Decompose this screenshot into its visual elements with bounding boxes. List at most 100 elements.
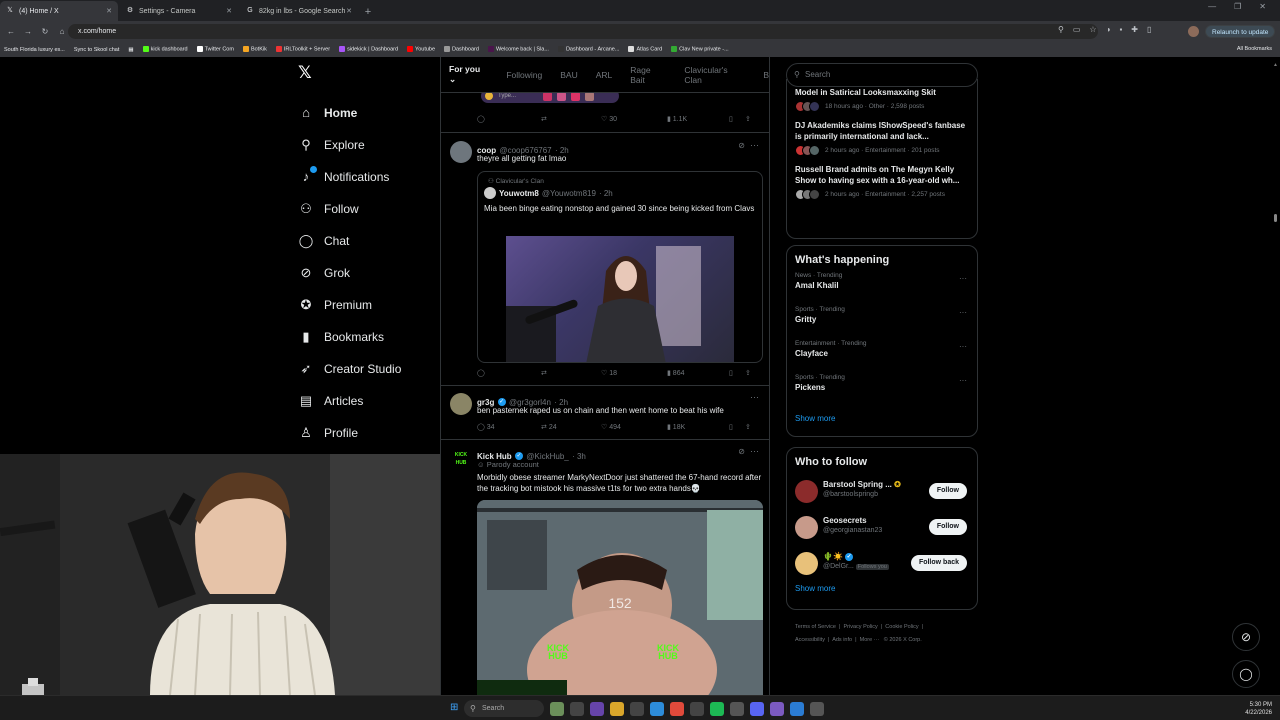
footer-link[interactable]: Terms of Service [795,624,836,630]
spotify-icon[interactable] [710,702,724,716]
tab-b[interactable]: B [763,70,769,80]
trend-item[interactable]: Sports · Trending Gritty ··· [787,306,977,340]
trend-item[interactable]: Sports · Trending Pickens ··· [787,374,977,408]
settings-icon[interactable] [730,702,744,716]
grok-float-button[interactable]: ⊘ [1232,623,1260,651]
tab-home-x[interactable]: 𝕏 (4) Home / X ✕ [0,1,118,21]
share-icon[interactable]: ⇪ [745,423,751,431]
avatar[interactable] [450,393,472,415]
more-icon[interactable]: ··· [959,342,967,351]
footer-link[interactable]: Privacy Policy [844,624,878,630]
quoted-post[interactable]: ⚇ Clavicular's Clan Youwotm8 @Youwotm819… [477,171,763,363]
tab-google-search[interactable]: G 82kg in lbs - Google Search ✕ [240,1,358,21]
repost-icon[interactable]: ⇄ [541,115,601,123]
back-arrow-icon[interactable]: ← [5,27,17,36]
app-icon[interactable] [630,702,644,716]
tab-bau[interactable]: BAU [560,70,577,80]
close-tab-icon[interactable]: ✕ [106,7,112,15]
sidebar-item-bookmarks[interactable]: ▮ Bookmarks [298,321,438,353]
news-item[interactable]: DJ Akademiks claims IShowSpeed's fanbase… [787,120,977,156]
all-bookmarks[interactable]: All Bookmarks [1237,46,1272,52]
messages-float-button[interactable]: ◯ [1232,660,1260,688]
sidebar-item-premium[interactable]: ✪ Premium [298,289,438,321]
like-button[interactable]: ♡ 18 [601,369,667,377]
chrome-icon[interactable] [670,702,684,716]
more-icon[interactable]: ··· [750,392,759,402]
tab-for-you[interactable]: For you ⌄ [449,64,488,85]
bookmark-item[interactable]: IRLToolkit + Server [275,46,330,53]
sidebar-item-notifications[interactable]: ♪ Notifications [298,161,438,193]
app-icon[interactable] [770,702,784,716]
app-icon[interactable] [810,702,824,716]
scroll-up-icon[interactable]: ▲ [1273,62,1278,68]
tab-clavicular-clan[interactable]: Clavicular's Clan [684,65,745,85]
trend-item[interactable]: Entertainment · Trending Clayface ··· [787,340,977,374]
bookmark-item[interactable]: Twitter Com [196,46,234,53]
sidebar-item-articles[interactable]: ▤ Articles [298,385,438,417]
bookmark-item[interactable]: South Florida luxury es... [4,47,65,53]
close-tab-icon[interactable]: ✕ [226,7,232,15]
sidebar-item-explore[interactable]: ⚲ Explore [298,129,438,161]
reply-icon[interactable]: ◯ [477,369,541,377]
quote-image[interactable] [506,236,734,362]
repost-icon[interactable]: ⇄ [541,369,601,377]
author-name[interactable]: Youwotm8 [499,189,539,198]
avatar[interactable] [795,552,818,575]
more-icon[interactable]: ··· [959,376,967,385]
show-more-link[interactable]: Show more [787,582,977,603]
cast-icon[interactable]: ▭ [1073,25,1081,34]
footer-link[interactable]: Ads info [832,637,852,643]
more-icon[interactable]: ··· [959,274,967,283]
bookmark-item[interactable]: BotKik [242,46,267,53]
follow-back-button[interactable]: Follow back [910,555,967,571]
sidebar-icon[interactable]: ▯ [1147,25,1151,34]
follow-suggestion[interactable]: Barstool Spring ... ✪ @barstoolspringb F… [787,474,977,510]
sidebar-item-profile[interactable]: ♙ Profile [298,417,438,449]
post-gr3g[interactable]: gr3g ✓ @gr3gorl4n · 2h ··· ben pasternek… [441,386,769,440]
outlook-icon[interactable] [790,702,804,716]
news-item[interactable]: Model in Satirical Looksmaxxing Skit 18 … [787,87,977,112]
sidebar-item-follow[interactable]: ⚇ Follow [298,193,438,225]
views-button[interactable]: ▮ 864 [667,369,729,377]
share-icon[interactable]: ⇪ [745,115,751,123]
minimize-icon[interactable]: — [1208,2,1216,11]
close-window-icon[interactable]: ✕ [1259,2,1266,11]
footer-link[interactable]: Accessibility [795,637,825,643]
bookmark-item[interactable]: Dashboard - Arcane... [557,46,619,53]
follow-button[interactable]: Follow [928,483,967,499]
reply-icon[interactable]: ◯ [477,115,541,123]
post-kick-hub[interactable]: KICK HUB Kick Hub ✓ @KickHub_ · 3h ⊘ ···… [441,440,769,695]
extension-icon[interactable]: ▪ [1119,25,1122,34]
system-clock[interactable]: 5:30 PM 4/22/2026 [1245,701,1272,717]
avatar[interactable] [795,516,818,539]
more-icon[interactable]: ··· [959,308,967,317]
post-top-partial[interactable]: Type... ◯ ⇄ ♡ 30 ▮ 1.1K ▯ ⇪ [441,89,769,133]
bookmark-item[interactable]: Sync to Skool chat [74,47,120,53]
like-button[interactable]: ♡ 30 [601,115,667,123]
bookmark-icon[interactable]: ▯ [729,369,745,377]
bookmark-item[interactable]: kick dashboard [142,46,188,53]
follow-suggestion[interactable]: 🌵☀️ ✓ @DelGr... Follows you Follow back [787,546,977,582]
bookmark-icon[interactable]: ▯ [729,423,745,431]
task-view-icon[interactable] [570,702,584,716]
sidebar-item-chat[interactable]: ◯ Chat [298,225,438,257]
follow-suggestion[interactable]: Geosecrets @georgianastan23 Follow [787,510,977,546]
avatar[interactable] [795,480,818,503]
post-coop[interactable]: coop @coop676767 · 2h ⊘ ··· theyre all g… [441,133,769,386]
bookmark-item[interactable]: Clav New private -... [671,46,729,53]
tab-arl[interactable]: ARL [596,70,613,80]
reload-icon[interactable]: ↻ [39,27,51,36]
show-more-link[interactable]: Show more [787,408,977,433]
bookmark-item[interactable]: Youtube [407,46,435,53]
sidebar-item-creator-studio[interactable]: ➶ Creator Studio [298,353,438,385]
windows-start-icon[interactable]: ⊞ [450,702,458,713]
new-tab-button[interactable]: + [360,3,376,21]
trend-item[interactable]: News · Trending Amal Khalil ··· [787,272,977,306]
file-explorer-icon[interactable] [610,702,624,716]
extension-icon[interactable]: ◑ [1106,25,1111,34]
bookmark-item[interactable]: sidekick | Dashboard [339,46,398,53]
tab-following[interactable]: Following [506,70,542,80]
forward-arrow-icon[interactable]: → [22,27,34,36]
news-item[interactable]: Russell Brand admits on The Megyn Kelly … [787,164,977,200]
reply-button[interactable]: ◯ 34 [477,423,541,431]
